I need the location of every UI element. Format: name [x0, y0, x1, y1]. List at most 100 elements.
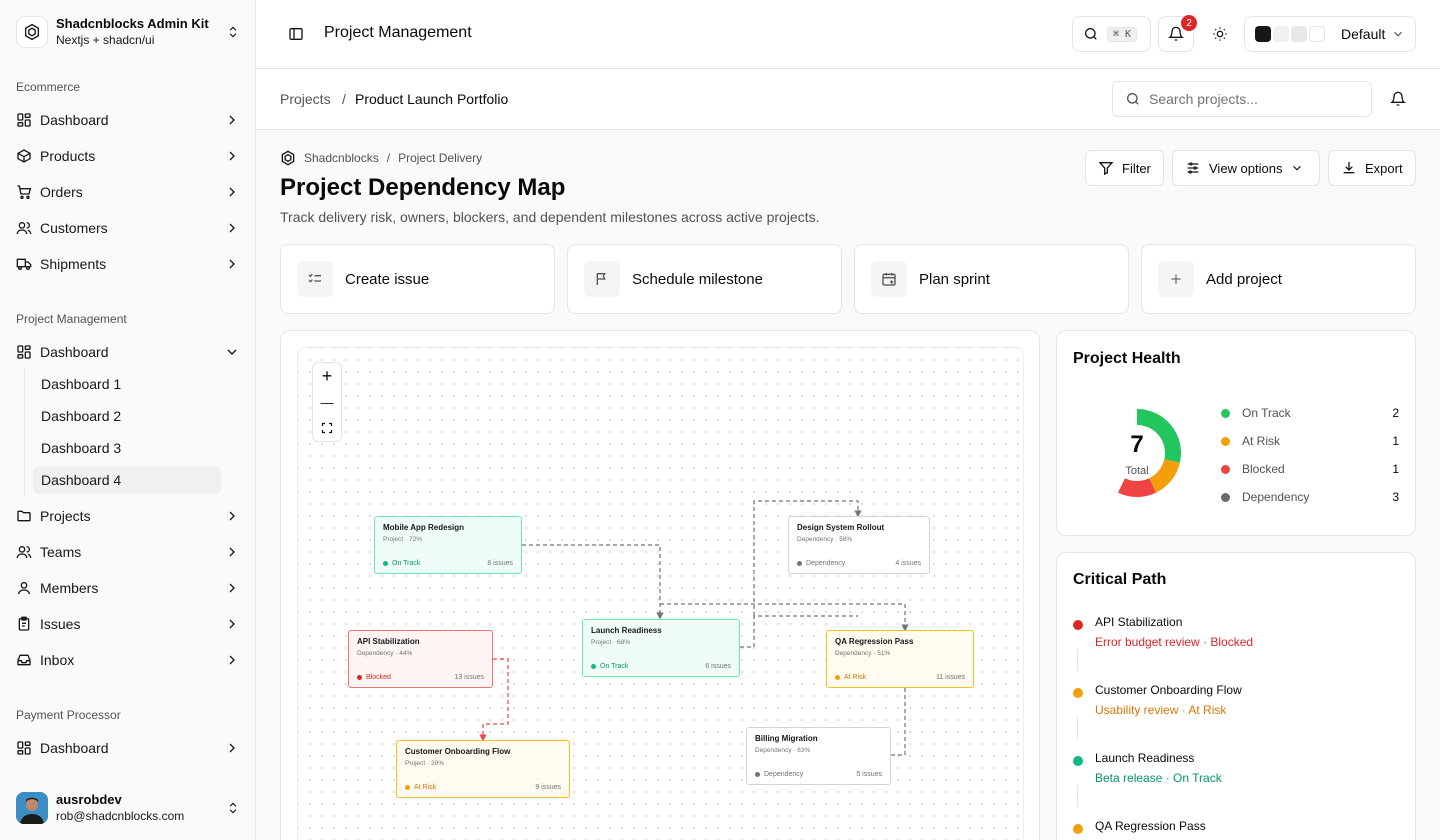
status-dot: [797, 561, 802, 566]
flag-icon: [584, 261, 620, 297]
zoom-out-button[interactable]: —: [313, 389, 341, 415]
export-button[interactable]: Export: [1328, 150, 1416, 186]
timeline-connector: [1077, 717, 1078, 739]
node-design-system-rollout[interactable]: Design System Rollout Dependency · 58% D…: [788, 516, 930, 574]
nav-customers[interactable]: Customers: [8, 212, 248, 244]
nav-shipments[interactable]: Shipments: [8, 248, 248, 280]
dependency-map-card: + — Mobile App Redesign Project · 72% On…: [280, 330, 1040, 840]
status-dot: [357, 675, 362, 680]
user-menu[interactable]: ausrobdev rob@shadcnblocks.com: [8, 784, 248, 832]
plan-sprint-card[interactable]: Plan sprint: [854, 244, 1129, 314]
edge-billing-to-qa: [891, 688, 906, 756]
fit-view-button[interactable]: [313, 415, 341, 441]
nav-teams[interactable]: Teams: [8, 536, 248, 568]
node-subtitle: Dependency · 44%: [357, 650, 413, 657]
topbar: Project Management ⌘ K 2 Default: [256, 0, 1440, 69]
add-project-label: Add project: [1206, 270, 1282, 288]
dashboard-icon: [17, 113, 31, 127]
sidebar-toggle-button[interactable]: [284, 24, 308, 44]
node-mobile-app-redesign[interactable]: Mobile App Redesign Project · 72% On Tra…: [374, 516, 522, 574]
node-customer-onboarding-flow[interactable]: Customer Onboarding Flow Project · 39% A…: [396, 740, 570, 798]
sub-dashboard-3[interactable]: Dashboard 3: [33, 434, 221, 462]
zoom-in-button[interactable]: +: [313, 363, 341, 389]
plus-icon: [1158, 261, 1194, 297]
nav-label: Orders: [40, 184, 83, 200]
nav-orders[interactable]: Orders: [8, 176, 248, 208]
chevron-right-icon: [229, 259, 235, 269]
node-status: At Risk: [844, 674, 867, 681]
nav-ecommerce-dashboard[interactable]: Dashboard: [8, 104, 248, 136]
node-subtitle: Project · 72%: [383, 536, 423, 543]
legend-blocked: Blocked 1: [1221, 462, 1399, 476]
chevron-right-icon: [229, 583, 235, 593]
team-name: Shadcnblocks Admin Kit: [56, 16, 209, 31]
status-dot: [383, 561, 388, 566]
plan-sprint-label: Plan sprint: [919, 270, 990, 288]
nav-label: Shipments: [40, 256, 107, 272]
section-org[interactable]: Shadcnblocks: [304, 151, 379, 165]
submenu-line: [24, 368, 25, 496]
nav-products[interactable]: Products: [8, 140, 248, 172]
legend-at-risk: At Risk 1: [1221, 434, 1399, 448]
sub-dashboard-1[interactable]: Dashboard 1: [33, 370, 221, 398]
section-name: Project Delivery: [398, 151, 483, 165]
health-total: 7: [1130, 431, 1144, 458]
search-projects-input[interactable]: Search projects...: [1112, 81, 1372, 117]
cp-item-meta: Usability review · At Risk: [1095, 703, 1227, 717]
legend-label: At Risk: [1242, 434, 1281, 448]
legend-on-track: On Track 2: [1221, 406, 1399, 420]
nav-label: Customers: [40, 220, 108, 236]
node-status: Blocked: [366, 674, 391, 681]
node-status: Dependency: [764, 771, 804, 778]
notifications-button[interactable]: 2: [1158, 15, 1197, 52]
node-subtitle: Project · 68%: [591, 639, 631, 646]
breadcrumb-projects[interactable]: Projects: [280, 91, 331, 107]
command-search-button[interactable]: ⌘ K: [1072, 16, 1151, 52]
nav-projects[interactable]: Projects: [8, 500, 248, 532]
bell-button[interactable]: [1386, 89, 1410, 109]
sliders-icon: [1187, 162, 1199, 174]
node-qa-regression-pass[interactable]: QA Regression Pass Dependency · 51% At R…: [826, 630, 974, 688]
legend-label: Blocked: [1242, 462, 1285, 476]
theme-swatch: [1273, 26, 1289, 42]
cp-item-meta: Beta release · On Track: [1095, 771, 1222, 785]
dependency-map-canvas[interactable]: + — Mobile App Redesign Project · 72% On…: [297, 347, 1024, 840]
node-title: Mobile App Redesign: [383, 523, 465, 532]
create-issue-card[interactable]: Create issue: [280, 244, 555, 314]
nav-label: Projects: [40, 508, 91, 524]
nav-label: Inbox: [40, 652, 75, 668]
add-project-card[interactable]: Add project: [1141, 244, 1416, 314]
node-issues: 13 issues: [454, 674, 484, 681]
user-name: ausrobdev: [56, 792, 122, 807]
project-health-card: Project Health 7 Total On Track 2 At Risk…: [1056, 330, 1416, 536]
theme-toggle-button[interactable]: [1208, 24, 1232, 44]
nav-payment-dashboard[interactable]: Dashboard: [8, 732, 248, 764]
node-issues: 4 issues: [895, 560, 921, 567]
donut-slice-blocked: [1117, 478, 1157, 497]
truck-icon: [16, 258, 32, 270]
node-api-stabilization[interactable]: API Stabilization Dependency · 44% Block…: [348, 630, 493, 688]
chevron-down-icon: [1394, 31, 1402, 37]
nav-pm-dashboard[interactable]: Dashboard: [8, 336, 248, 368]
nav-members[interactable]: Members: [8, 572, 248, 604]
team-switcher[interactable]: Shadcnblocks Admin Kit Nextjs + shadcn/u…: [8, 8, 248, 56]
node-status: At Risk: [414, 784, 437, 791]
node-billing-migration[interactable]: Billing Migration Dependency · 63% Depen…: [746, 727, 891, 785]
cart-icon: [17, 185, 32, 199]
legend-dot: [1221, 436, 1230, 446]
folder-icon: [17, 510, 31, 522]
nav-label: Dashboard: [40, 112, 109, 128]
nav-issues[interactable]: Issues: [8, 608, 248, 640]
view-options-button[interactable]: View options: [1172, 150, 1320, 186]
node-title: API Stabilization: [357, 637, 420, 646]
avatar: [16, 792, 48, 824]
schedule-milestone-card[interactable]: Schedule milestone: [567, 244, 842, 314]
filter-button[interactable]: Filter: [1085, 150, 1164, 186]
filter-label: Filter: [1122, 160, 1151, 176]
nav-inbox[interactable]: Inbox: [8, 644, 248, 676]
sub-dashboard-4[interactable]: Dashboard 4: [33, 466, 221, 494]
node-launch-readiness[interactable]: Launch Readiness Project · 68% On Track 6…: [582, 619, 740, 677]
theme-select[interactable]: Default: [1244, 16, 1416, 52]
chevron-right-icon: [229, 151, 235, 161]
sub-dashboard-2[interactable]: Dashboard 2: [33, 402, 221, 430]
